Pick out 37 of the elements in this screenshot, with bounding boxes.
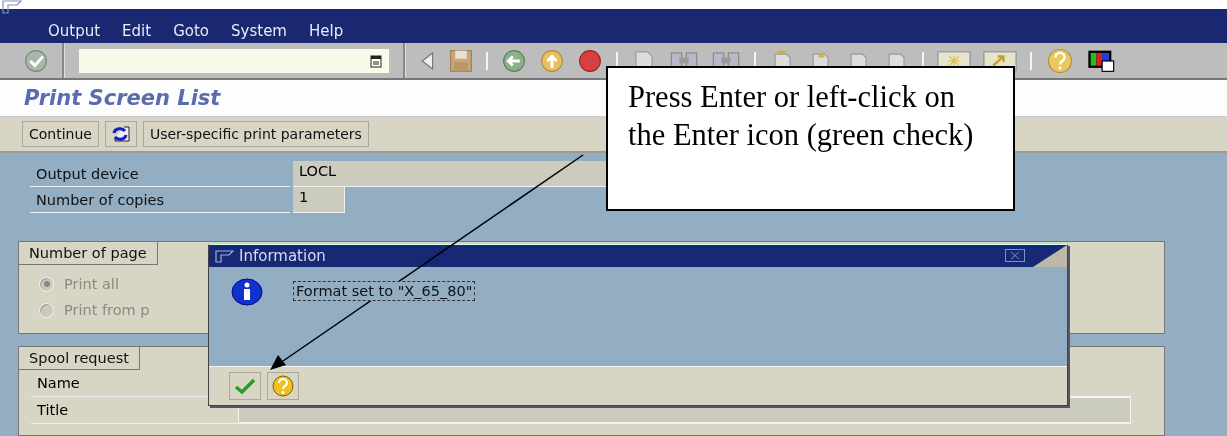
radio-label: Print all xyxy=(64,276,119,292)
command-field[interactable] xyxy=(79,48,389,73)
toolbar-button[interactable]: User-specific print parameters xyxy=(142,121,369,147)
field-label: Title xyxy=(36,401,70,420)
cancel-circle-icon[interactable] xyxy=(576,48,604,74)
toolbar-button[interactable]: Continue xyxy=(22,121,99,147)
menu-item[interactable]: Output xyxy=(48,22,101,41)
window-menu-icon[interactable] xyxy=(2,0,24,14)
input-field[interactable]: 1 xyxy=(293,187,345,213)
radio-label: Print from p xyxy=(64,302,150,318)
field-label: Name xyxy=(36,374,81,393)
shortcut-icon[interactable] xyxy=(981,48,1019,74)
dialog-title: Information xyxy=(239,247,326,265)
menu-item[interactable]: Edit xyxy=(122,22,152,41)
help-button[interactable] xyxy=(267,372,299,400)
history-icon[interactable] xyxy=(369,53,383,68)
field-label: Output device xyxy=(30,161,290,187)
refresh-button[interactable] xyxy=(104,121,137,147)
enter-check-icon[interactable] xyxy=(22,48,50,74)
group-title: Spool request xyxy=(19,347,140,370)
up-arrow-circle-icon[interactable] xyxy=(538,48,566,74)
callout-text: Press Enter or left-click on the Enter icon (green check) xyxy=(628,79,975,154)
help-icon xyxy=(271,375,295,397)
menu-item[interactable]: Goto xyxy=(173,22,210,41)
left-arrow-circle-icon[interactable] xyxy=(500,48,528,74)
title-bar-corner xyxy=(1033,245,1067,267)
menu-item[interactable]: Help xyxy=(308,22,344,41)
info-icon xyxy=(231,278,263,306)
close-icon[interactable] xyxy=(1005,249,1025,262)
message-text: Format set to "X_65_80" xyxy=(293,281,476,301)
screen-title: Print Screen List xyxy=(24,86,221,111)
check-icon xyxy=(233,377,257,395)
layout-icon[interactable] xyxy=(1086,48,1116,74)
save-icon[interactable] xyxy=(448,48,474,74)
menu-item[interactable]: System xyxy=(231,22,287,41)
group-title: Number of page xyxy=(19,242,158,265)
field-label: Number of copies xyxy=(30,187,290,213)
